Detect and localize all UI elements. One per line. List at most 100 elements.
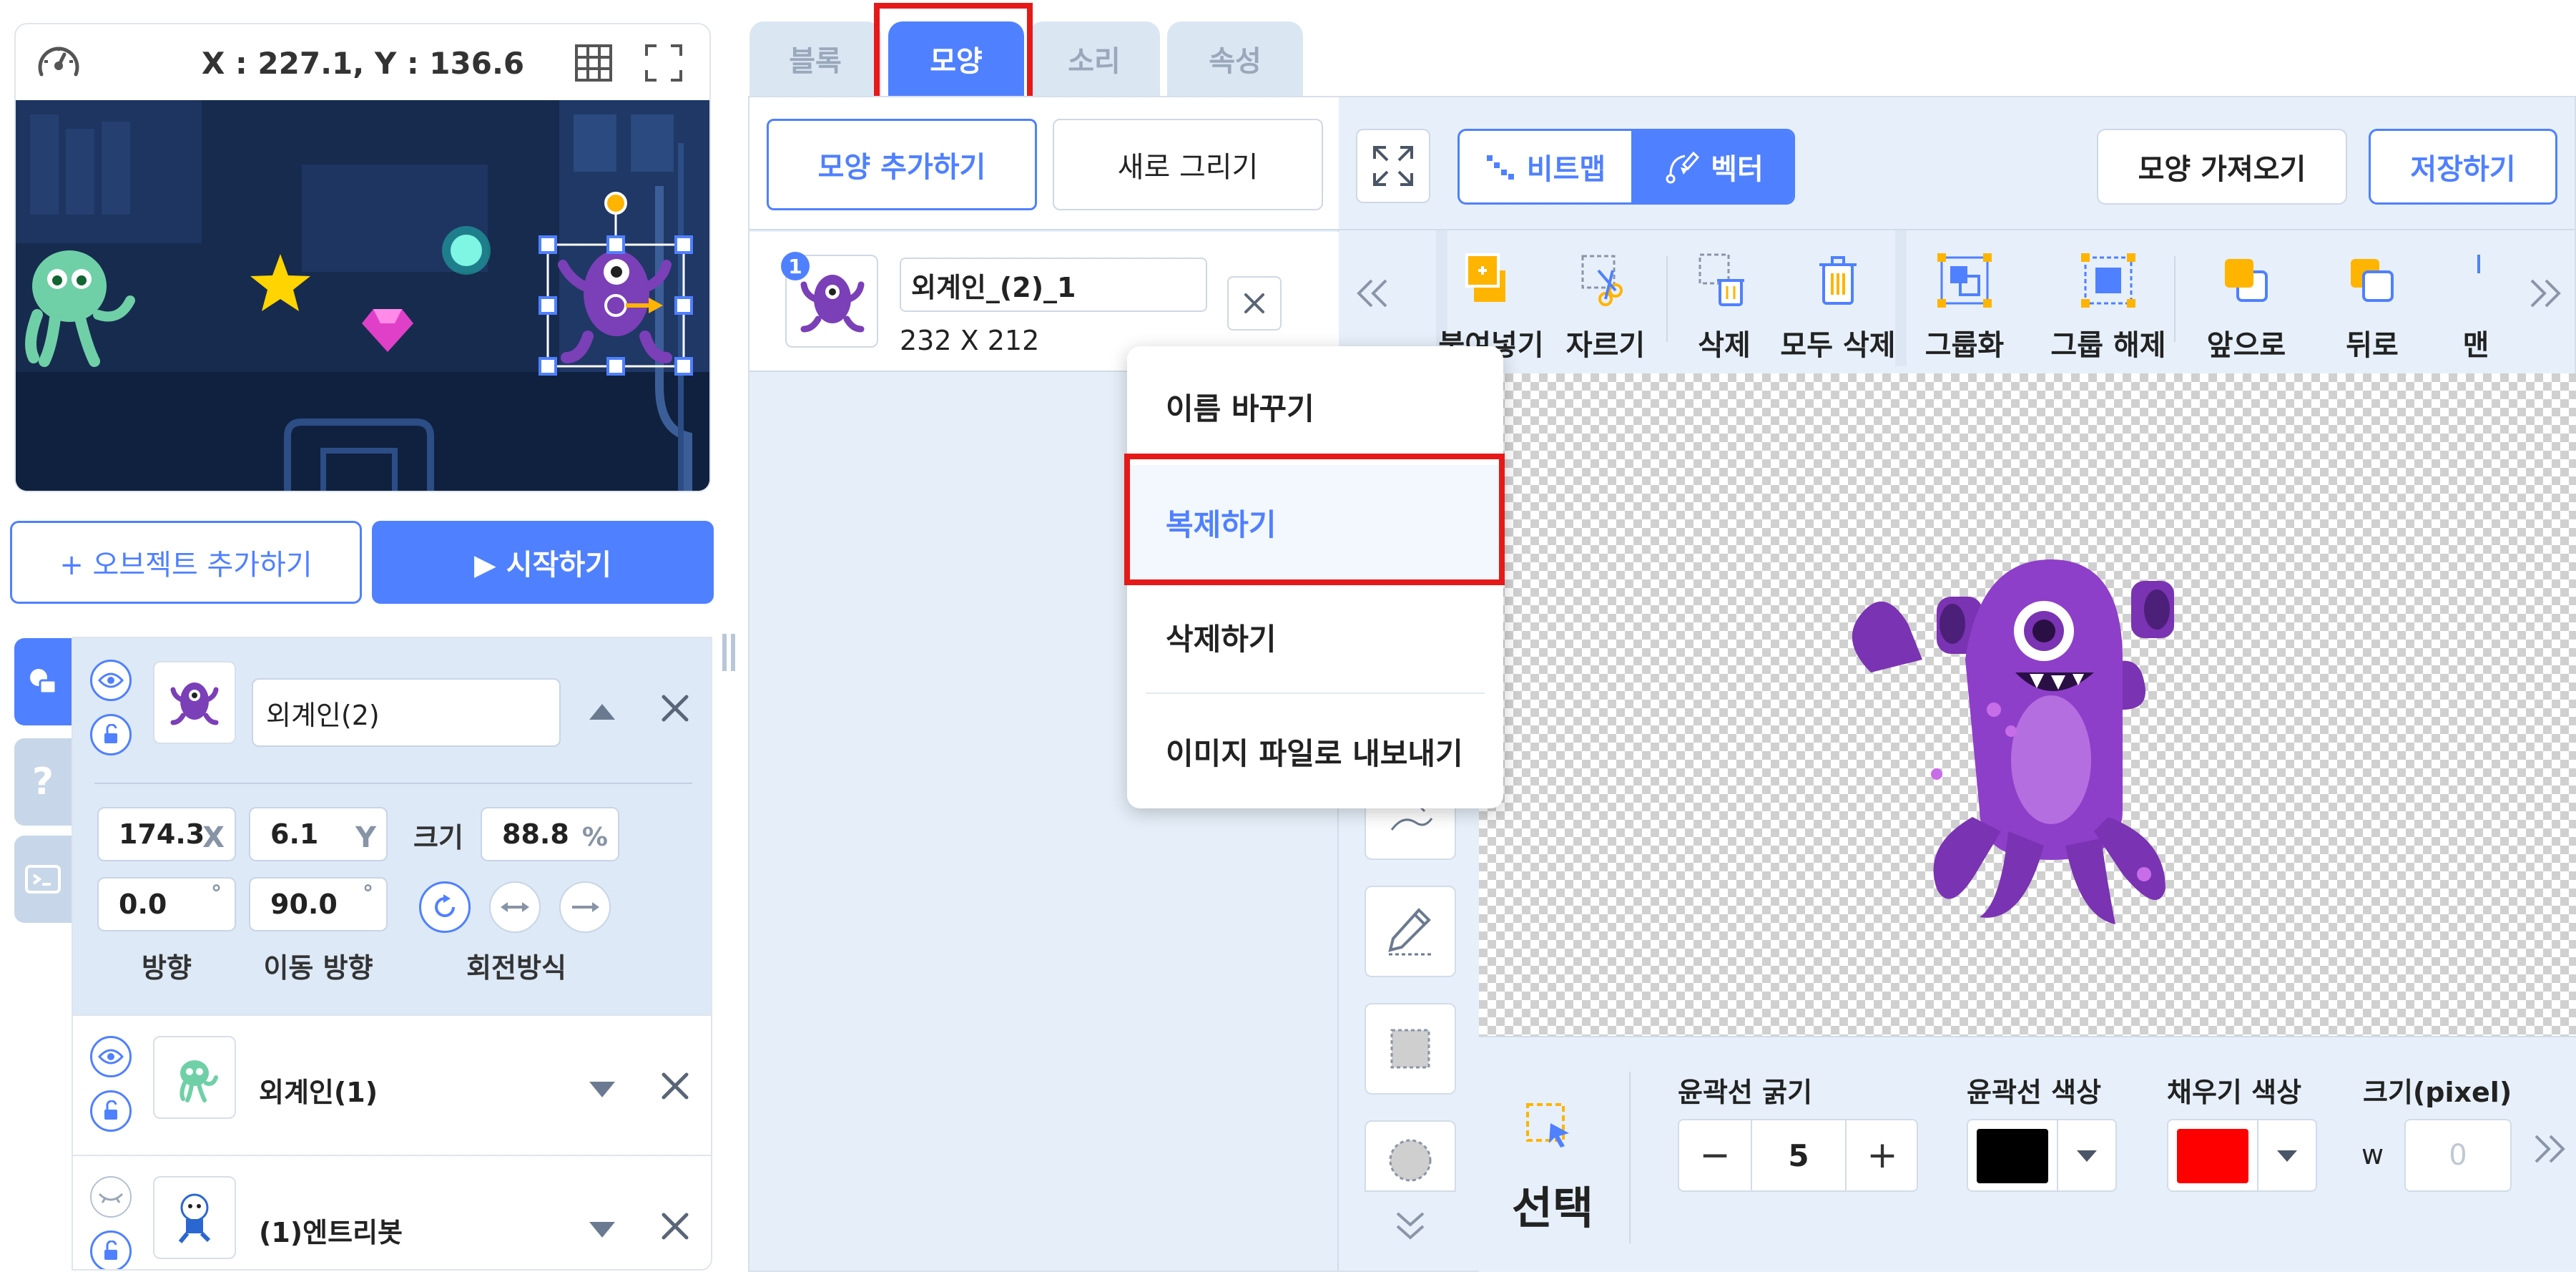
object-name: (1)엔트리봇 — [259, 1217, 403, 1248]
drawing-canvas[interactable] — [1479, 373, 2576, 1036]
delete-menu-item[interactable]: 삭제하기 — [1127, 579, 1503, 694]
bring-to-front-label: 맨 — [2462, 329, 2489, 362]
pencil-tool[interactable] — [1365, 886, 1456, 977]
direction-label: 방향 — [142, 952, 192, 984]
shape-name-input[interactable]: 외계인_(2)_1 — [900, 258, 1207, 312]
fill-color-label: 채우기 색상 — [2167, 1077, 2302, 1108]
visibility-eye-icon[interactable] — [90, 660, 132, 701]
unlock-icon[interactable] — [90, 1090, 132, 1132]
ungroup-tool[interactable]: 그룹 해제 — [2030, 230, 2187, 366]
delete-object-icon[interactable] — [659, 1070, 691, 1102]
grid-icon[interactable] — [574, 43, 614, 83]
import-shape-button[interactable]: 모양 가져오기 — [2097, 129, 2347, 205]
visibility-eye-icon[interactable] — [90, 1036, 132, 1077]
y-position-input[interactable]: 6.1 Y — [249, 807, 388, 861]
unlock-icon[interactable] — [90, 714, 132, 755]
size-pixel-label: 크기(pixel) — [2363, 1077, 2512, 1108]
cut-tool[interactable]: 자르기 — [1552, 230, 1659, 366]
editor-fullscreen-icon[interactable] — [1356, 129, 1430, 203]
fullscreen-icon[interactable] — [644, 43, 684, 83]
stroke-color-label: 윤곽선 색상 — [1967, 1077, 2102, 1108]
start-button[interactable]: ▶ 시작하기 — [372, 521, 714, 604]
props-scroll-right-icon[interactable] — [2530, 1133, 2567, 1165]
stage-canvas[interactable] — [16, 100, 709, 491]
size-input[interactable]: 88.8 % — [481, 807, 619, 861]
move-down-icon[interactable] — [588, 1080, 616, 1099]
delete-all-tool[interactable]: 모두 삭제 — [1775, 230, 1901, 366]
stroke-width-stepper: − 5 + — [1678, 1119, 1918, 1192]
object-tab[interactable] — [14, 638, 72, 725]
group-icon — [1937, 253, 1992, 308]
scissors-icon — [1581, 255, 1623, 306]
delete-all-label: 모두 삭제 — [1780, 329, 1896, 362]
unlock-icon[interactable] — [90, 1230, 132, 1269]
alien-character-image[interactable] — [1479, 373, 2576, 1036]
delete-shape-icon[interactable] — [1227, 276, 1282, 331]
send-backward-tool[interactable]: 뒤로 — [2319, 230, 2426, 366]
ellipse-tool[interactable] — [1365, 1120, 1456, 1192]
bring-forward-tool[interactable]: 앞으로 — [2190, 230, 2303, 366]
tab-sounds[interactable]: 소리 — [1028, 21, 1160, 96]
speed-gauge-icon[interactable] — [36, 40, 82, 84]
width-input[interactable]: 0 — [2404, 1119, 2512, 1192]
hidden-eye-icon[interactable] — [90, 1176, 132, 1218]
delete-object-icon[interactable] — [659, 693, 691, 724]
move-direction-value: 90.0 — [270, 889, 338, 920]
tools-scroll-down-icon[interactable] — [1393, 1209, 1427, 1243]
help-tab[interactable]: ? — [14, 738, 72, 826]
rename-menu-item[interactable]: 이름 바꾸기 — [1127, 349, 1503, 464]
x-position-input[interactable]: 174.3 X — [97, 807, 236, 861]
stroke-width-increase-button[interactable]: + — [1847, 1120, 1918, 1190]
add-object-button[interactable]: + 오브젝트 추가하기 — [10, 521, 362, 604]
shape-index-badge: 1 — [781, 252, 810, 280]
rotation-method-label: 회전방식 — [466, 952, 566, 984]
new-draw-button[interactable]: 새로 그리기 — [1053, 119, 1323, 210]
save-button[interactable]: 저장하기 — [2369, 129, 2557, 205]
fill-color-picker[interactable] — [2167, 1119, 2317, 1192]
group-tool[interactable]: 그룹화 — [1911, 230, 2018, 366]
tab-blocks[interactable]: 블록 — [749, 21, 881, 96]
panel-resize-handle[interactable] — [722, 634, 727, 671]
rotate-free-icon[interactable] — [419, 881, 471, 933]
move-direction-input[interactable]: 90.0 ° — [249, 877, 388, 931]
delete-tool[interactable]: 삭제 — [1675, 230, 1774, 366]
object-name-input[interactable]: 외계인(2) — [252, 678, 561, 747]
object-row[interactable]: 외계인(1) — [73, 1014, 711, 1155]
bring-to-front-tool[interactable]: 맨 — [2454, 230, 2497, 366]
rotate-horizontal-icon[interactable] — [489, 881, 541, 933]
delete-object-icon[interactable] — [659, 1210, 691, 1242]
direction-input[interactable]: 0.0 ° — [97, 877, 236, 931]
rotate-none-icon[interactable] — [559, 881, 611, 933]
object-row[interactable]: (1)엔트리봇 — [73, 1155, 711, 1269]
bring-forward-label: 앞으로 — [2206, 329, 2286, 362]
direction-degree: ° — [211, 881, 222, 906]
highlight-box-duplicate — [1124, 454, 1505, 585]
stroke-color-picker[interactable] — [1967, 1119, 2117, 1192]
fill-color-swatch — [2177, 1129, 2248, 1183]
console-tab[interactable] — [14, 836, 72, 923]
ellipse-icon — [1389, 1139, 1432, 1182]
panel-resize-handle-2[interactable] — [731, 634, 735, 671]
move-direction-degree: ° — [363, 881, 373, 906]
vector-pen-icon — [1666, 151, 1700, 184]
y-value: 6.1 — [270, 818, 319, 850]
vector-mode-button[interactable]: 벡터 — [1631, 131, 1793, 202]
edit-toolbar: 붙여넣기 자르기 삭제 모두 삭제 그룹화 그룹 해제 앞으로 뒤로 맨 — [1339, 230, 2575, 366]
size-label: 크기 — [413, 822, 463, 853]
move-up-icon[interactable] — [588, 703, 616, 721]
selected-object-card[interactable]: 외계인(2) 174.3 X 6.1 Y 크기 88.8 % 0.0 ° 90.… — [73, 638, 711, 1014]
toolbar-scroll-right-icon[interactable] — [2526, 278, 2563, 309]
rectangle-icon — [1390, 1029, 1430, 1069]
tab-properties[interactable]: 속성 — [1167, 21, 1303, 96]
export-image-menu-item[interactable]: 이미지 파일로 내보내기 — [1127, 694, 1503, 808]
toolbar-scroll-left-icon[interactable] — [1355, 278, 1392, 309]
delete-icon — [1699, 253, 1744, 306]
bitmap-mode-button[interactable]: 비트맵 — [1460, 131, 1631, 202]
group-label: 그룹화 — [1924, 329, 2005, 362]
stroke-width-input[interactable]: 5 — [1751, 1120, 1847, 1190]
add-shape-button[interactable]: 모양 추가하기 — [767, 119, 1037, 210]
move-down-icon[interactable] — [588, 1220, 616, 1239]
stroke-width-decrease-button[interactable]: − — [1679, 1120, 1751, 1190]
rectangle-tool[interactable] — [1365, 1003, 1456, 1095]
toolbar-separator — [1666, 256, 1668, 342]
